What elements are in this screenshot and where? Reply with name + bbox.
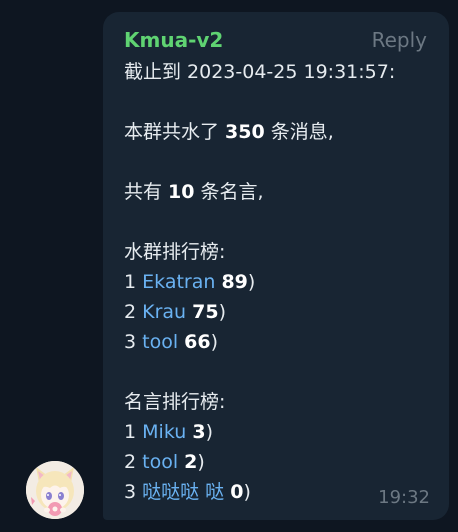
header-line: 截止到 2023-04-25 19:31:57: xyxy=(124,61,396,83)
ranking-entry: 3 tool 66) xyxy=(124,331,219,353)
entry-count: 75 xyxy=(192,301,219,323)
quotes-prefix: 共有 xyxy=(124,181,169,203)
message-body: 截止到 2023-04-25 19:31:57: 本群共水了 350 条消息, … xyxy=(124,57,434,507)
rank-number: 3 xyxy=(124,331,137,353)
message-author[interactable]: Kmua-v2 xyxy=(124,26,223,54)
rank-number: 2 xyxy=(124,451,137,473)
quote-ranking-title: 名言排行榜: xyxy=(124,391,226,413)
quotes-count: 10 xyxy=(168,181,195,203)
total-count: 350 xyxy=(225,121,265,143)
rank-number: 1 xyxy=(124,271,137,293)
total-prefix: 本群共水了 xyxy=(124,121,226,143)
anime-girl-avatar-icon xyxy=(26,461,84,519)
rank-number: 1 xyxy=(124,421,137,443)
message-bubble[interactable]: Kmua-v2 Reply 截止到 2023-04-25 19:31:57: 本… xyxy=(103,12,449,520)
user-link[interactable]: 哒哒哒 哒 xyxy=(142,481,224,503)
entry-count: 89 xyxy=(221,271,248,293)
reply-button[interactable]: Reply xyxy=(372,26,427,54)
ranking-entry: 1 Ekatran 89) xyxy=(124,271,256,293)
rank-number: 3 xyxy=(124,481,137,503)
user-link[interactable]: tool xyxy=(142,331,178,353)
ranking-entry: 2 Krau 75) xyxy=(124,301,227,323)
total-suffix: 条消息, xyxy=(264,121,334,143)
entry-count: 3 xyxy=(192,421,206,443)
user-link[interactable]: tool xyxy=(142,451,178,473)
user-link[interactable]: Ekatran xyxy=(142,271,215,293)
water-ranking-title: 水群排行榜: xyxy=(124,241,226,263)
avatar[interactable] xyxy=(26,461,84,519)
entry-count: 0 xyxy=(230,481,244,503)
total-quotes-line: 共有 10 条名言, xyxy=(124,177,434,207)
entry-count: 66 xyxy=(184,331,211,353)
user-link[interactable]: Krau xyxy=(142,301,186,323)
message-timestamp: 19:32 xyxy=(378,487,430,508)
ranking-entry: 2 tool 2) xyxy=(124,451,205,473)
chat-area: Kmua-v2 Reply 截止到 2023-04-25 19:31:57: 本… xyxy=(0,0,458,532)
total-messages-line: 本群共水了 350 条消息, xyxy=(124,117,434,147)
ranking-entry: 1 Miku 3) xyxy=(124,421,213,443)
entry-count: 2 xyxy=(184,451,198,473)
quotes-suffix: 条名言, xyxy=(194,181,264,203)
rank-number: 2 xyxy=(124,301,137,323)
user-link[interactable]: Miku xyxy=(142,421,186,443)
